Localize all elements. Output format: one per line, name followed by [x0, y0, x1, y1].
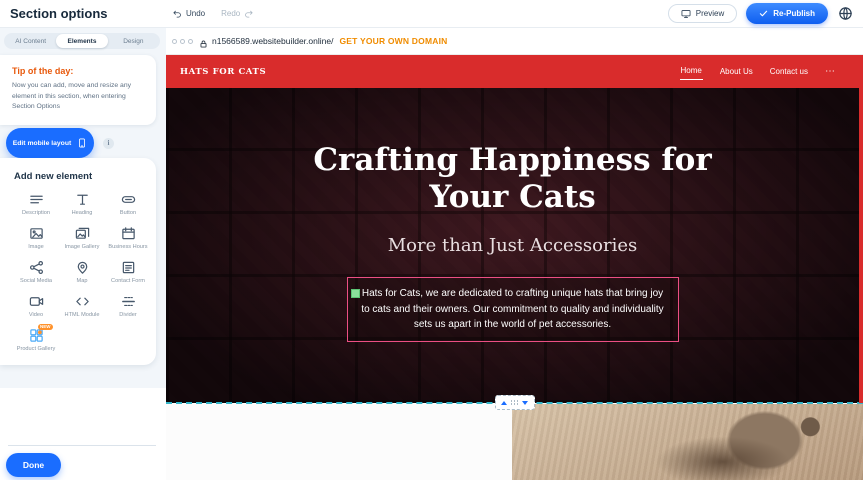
language-globe-button[interactable]: [837, 6, 853, 22]
element-item-html-module[interactable]: HTML Module: [60, 294, 104, 319]
next-section: [166, 404, 863, 480]
topbar: Section options Undo Redo Preview Re-Pub…: [0, 0, 863, 28]
republish-button[interactable]: Re-Publish: [746, 3, 828, 24]
site-url: n1566589.websitebuilder.online/: [212, 36, 333, 46]
redo-button[interactable]: Redo: [221, 9, 254, 19]
drag-dots-icon: [510, 400, 519, 406]
add-panel-title: Add new element: [14, 171, 150, 182]
tab-design[interactable]: Design: [108, 34, 159, 48]
element-item-divider[interactable]: Divider: [106, 294, 150, 319]
arrow-down-icon: [522, 401, 528, 405]
section-selection-edge: [859, 82, 863, 403]
republish-label: Re-Publish: [773, 9, 815, 18]
browser-bar: n1566589.websitebuilder.online/ GET YOUR…: [166, 28, 863, 55]
tip-body: Now you can add, move and resize any ele…: [12, 81, 144, 113]
section-options-sidebar: AI Content Elements Design Tip of the da…: [0, 28, 166, 480]
element-item-image[interactable]: Image: [14, 226, 58, 251]
nav-about-us[interactable]: About Us: [720, 55, 753, 88]
divider-icon: [121, 294, 136, 309]
contact-form-icon: [121, 260, 136, 275]
site-logo[interactable]: HATS FOR CATS: [180, 67, 266, 77]
html-module-icon: [75, 294, 90, 309]
site-header: HATS FOR CATS Home About Us Contact us ⋯: [166, 55, 863, 88]
site-canvas: n1566589.websitebuilder.online/ GET YOUR…: [166, 28, 863, 480]
check-icon: [759, 9, 768, 18]
tip-title: Tip of the day:: [12, 66, 144, 76]
element-item-description[interactable]: Description: [14, 192, 58, 217]
map-icon: [75, 260, 90, 275]
site-nav: Home About Us Contact us ⋯: [680, 55, 850, 88]
nav-contact-us[interactable]: Contact us: [770, 55, 808, 88]
hero-subheading[interactable]: More than Just Accessories: [166, 235, 859, 256]
tab-elements[interactable]: Elements: [56, 34, 107, 48]
hero-section[interactable]: Crafting Happiness for Your Cats More th…: [166, 88, 863, 403]
element-grid: Description Heading Button Image Image G…: [14, 192, 150, 353]
image-icon: [29, 226, 44, 241]
browser-traffic-dots: [172, 39, 193, 44]
app-root: Section options Undo Redo Preview Re-Pub…: [0, 0, 863, 480]
monitor-icon: [681, 9, 691, 19]
element-item-product-gallery[interactable]: NEW Product Gallery: [14, 328, 58, 353]
add-new-element-panel: Add new element Description Heading Butt…: [0, 158, 156, 365]
nav-home[interactable]: Home: [680, 55, 703, 88]
undo-icon: [172, 9, 182, 19]
business-hours-icon: [121, 226, 136, 241]
image-gallery-icon: [75, 226, 90, 241]
element-item-button[interactable]: Button: [106, 192, 150, 217]
hero-heading[interactable]: Crafting Happiness for Your Cats: [298, 88, 728, 216]
element-item-social-media[interactable]: Social Media: [14, 260, 58, 285]
product-gallery-icon: NEW: [29, 328, 44, 343]
arrow-up-icon: [501, 401, 507, 405]
phone-icon: [77, 137, 87, 149]
element-item-business-hours[interactable]: Business Hours: [106, 226, 150, 251]
globe-icon: [838, 6, 853, 21]
element-item-heading[interactable]: Heading: [60, 192, 104, 217]
element-item-image-gallery[interactable]: Image Gallery: [60, 226, 104, 251]
undo-button[interactable]: Undo: [172, 9, 205, 19]
tip-of-the-day-card: Tip of the day: Now you can add, move an…: [0, 55, 156, 125]
preview-label: Preview: [696, 9, 724, 18]
sidebar-divider: [8, 445, 156, 446]
edit-mobile-layout-label: Edit mobile layout: [13, 140, 72, 147]
sidebar-tabs: AI Content Elements Design: [4, 33, 160, 49]
section-resize-handle[interactable]: [495, 395, 535, 410]
video-icon: [29, 294, 44, 309]
hero-paragraph: Hats for Cats, we are dedicated to craft…: [361, 288, 663, 330]
website-preview: HATS FOR CATS Home About Us Contact us ⋯…: [166, 55, 863, 480]
redo-icon: [244, 9, 254, 19]
next-section-blank: [166, 404, 512, 480]
new-badge: NEW: [38, 324, 53, 331]
button-icon: [121, 192, 136, 207]
social-media-icon: [29, 260, 44, 275]
undo-redo-group: Undo Redo: [172, 9, 254, 19]
element-item-contact-form[interactable]: Contact Form: [106, 260, 150, 285]
cat-photo: [512, 404, 863, 480]
lock-icon: [199, 36, 208, 46]
element-resize-handle[interactable]: [351, 289, 360, 298]
preview-button[interactable]: Preview: [668, 4, 737, 23]
redo-label: Redo: [221, 9, 240, 18]
info-icon[interactable]: i: [103, 138, 114, 149]
edit-mobile-layout-button[interactable]: Edit mobile layout: [6, 128, 94, 158]
element-item-map[interactable]: Map: [60, 260, 104, 285]
hero-paragraph-box[interactable]: Hats for Cats, we are dedicated to craft…: [347, 277, 679, 342]
undo-label: Undo: [186, 9, 205, 18]
get-domain-link[interactable]: GET YOUR OWN DOMAIN: [339, 36, 447, 46]
description-icon: [29, 192, 44, 207]
mobile-layout-row: Edit mobile layout i: [6, 128, 114, 158]
topbar-actions: Preview Re-Publish: [668, 3, 853, 24]
heading-icon: [75, 192, 90, 207]
page-title: Section options: [10, 6, 108, 21]
element-item-video[interactable]: Video: [14, 294, 58, 319]
tab-ai-content[interactable]: AI Content: [5, 34, 56, 48]
done-button[interactable]: Done: [6, 453, 61, 477]
nav-more-icon[interactable]: ⋯: [825, 55, 835, 88]
